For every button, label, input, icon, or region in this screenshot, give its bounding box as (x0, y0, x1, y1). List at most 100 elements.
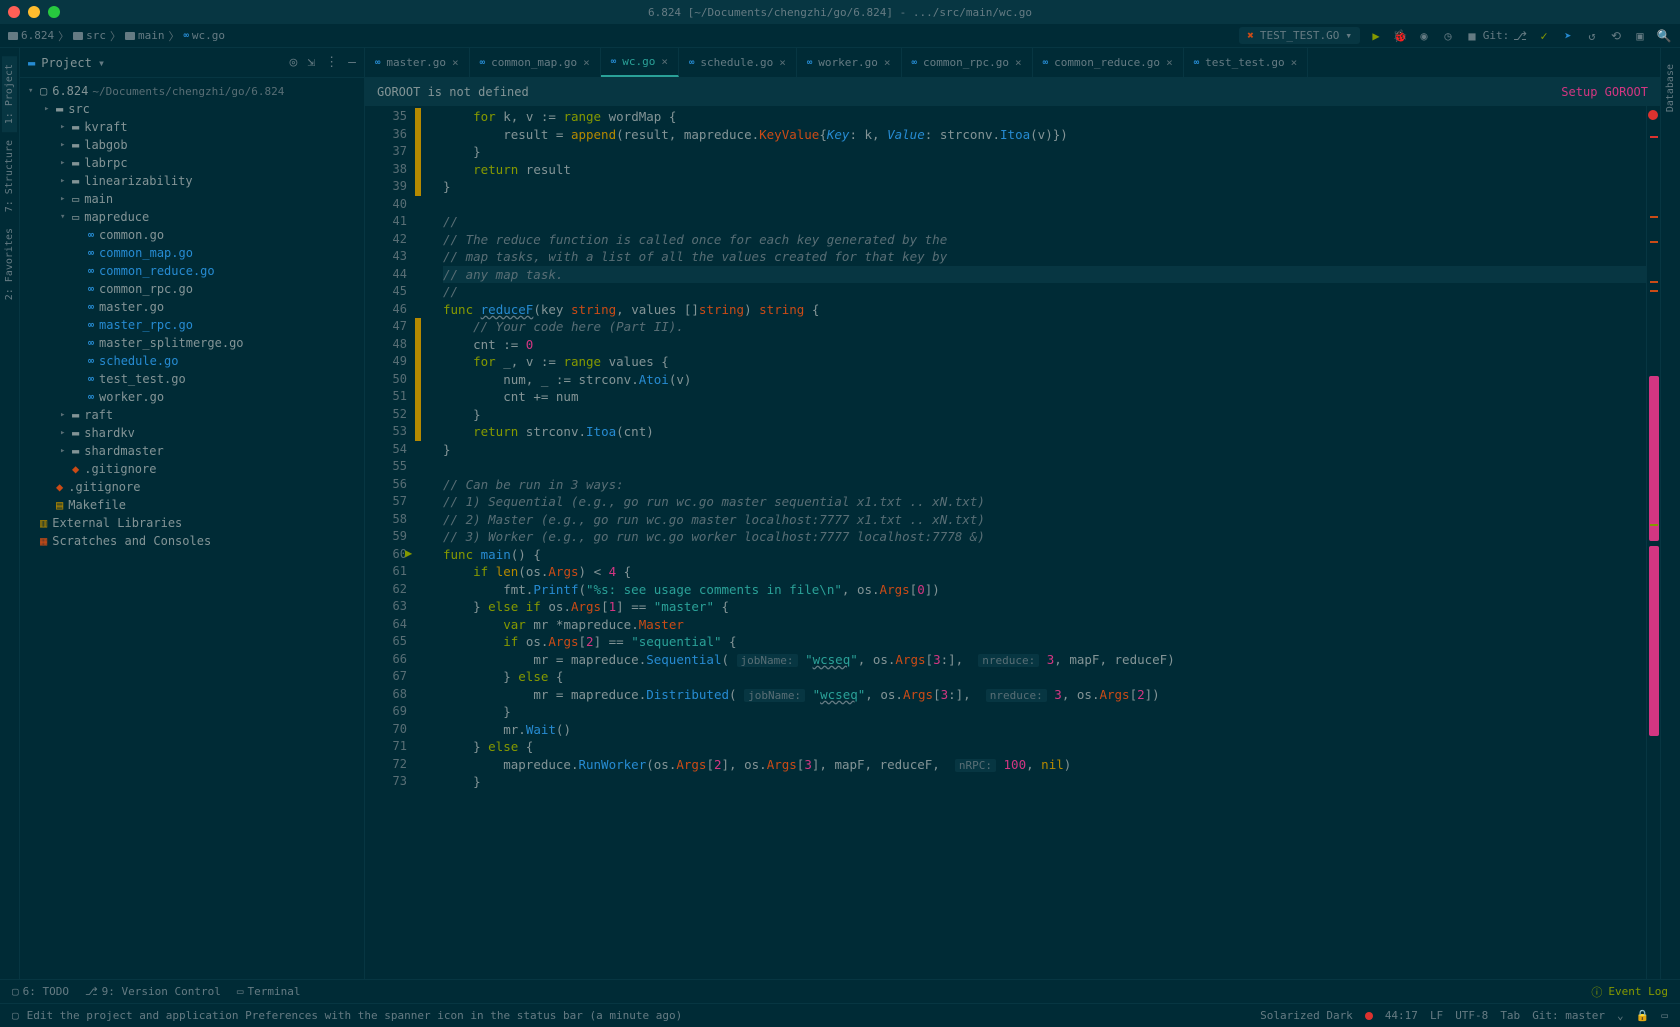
error-indicator-icon[interactable] (1648, 110, 1658, 120)
git-branch-status[interactable]: Git: master (1532, 1009, 1605, 1022)
editor-tab[interactable]: ∞common_rpc.go× (902, 48, 1033, 77)
tree-item[interactable]: ∞common_map.go (20, 244, 364, 262)
close-tab-icon[interactable]: × (583, 56, 590, 69)
stop-button[interactable]: ■ (1464, 28, 1480, 44)
scrollbar-thumb[interactable] (1649, 546, 1659, 736)
tree-item[interactable]: ∞worker.go (20, 388, 364, 406)
tool-tab-favorites[interactable]: 2: Favorites (2, 220, 17, 308)
chevron-icon[interactable]: ⌄ (1617, 1009, 1624, 1022)
tree-item[interactable]: ▸▬labgob (20, 136, 364, 154)
code-line[interactable]: num, _ := strconv.Atoi(v) (443, 371, 1646, 389)
code-line[interactable]: } (443, 773, 1646, 791)
bottom-tab-terminal[interactable]: ▭Terminal (237, 985, 301, 998)
code-line[interactable]: } else if os.Args[1] == "master" { (443, 598, 1646, 616)
code-line[interactable]: // any map task. (443, 266, 1646, 284)
code-line[interactable] (443, 458, 1646, 476)
warning-mark[interactable] (1650, 281, 1658, 283)
warning-mark[interactable] (1650, 216, 1658, 218)
code-line[interactable]: cnt := 0 (443, 336, 1646, 354)
code-line[interactable]: } (443, 703, 1646, 721)
editor-tab[interactable]: ∞common_map.go× (470, 48, 601, 77)
debug-button[interactable]: 🐞 (1392, 28, 1408, 44)
code-line[interactable]: for _, v := range values { (443, 353, 1646, 371)
tree-item[interactable]: ◆.gitignore (20, 478, 364, 496)
code-line[interactable]: mr = mapreduce.Sequential( jobName: "wcs… (443, 651, 1646, 669)
tree-item[interactable]: ∞master_rpc.go (20, 316, 364, 334)
code-line[interactable]: var mr *mapreduce.Master (443, 616, 1646, 634)
code-line[interactable]: } (443, 143, 1646, 161)
notification-action-link[interactable]: Setup GOROOT (1561, 85, 1648, 99)
warning-mark[interactable] (1650, 290, 1658, 292)
collapse-icon[interactable]: ⇲ (307, 55, 315, 70)
run-coverage-button[interactable]: ◉ (1416, 28, 1432, 44)
memory-indicator-icon[interactable]: ▭ (1661, 1009, 1668, 1022)
code-line[interactable] (443, 196, 1646, 214)
tree-item[interactable]: ◆.gitignore (20, 460, 364, 478)
code-line[interactable]: // (443, 213, 1646, 231)
code-line[interactable]: // map tasks, with a list of all the val… (443, 248, 1646, 266)
lock-icon[interactable]: 🔒 (1636, 1009, 1650, 1022)
breadcrumb-item[interactable]: main (125, 29, 165, 42)
tree-item[interactable]: ▸▬linearizability (20, 172, 364, 190)
error-indicator-icon[interactable] (1365, 1012, 1373, 1020)
tree-item[interactable]: ∞common_reduce.go (20, 262, 364, 280)
file-encoding[interactable]: UTF-8 (1455, 1009, 1488, 1022)
tree-item[interactable]: ∞schedule.go (20, 352, 364, 370)
editor-tab[interactable]: ∞test_test.go× (1184, 48, 1309, 77)
tree-item[interactable]: ▸▬raft (20, 406, 364, 424)
error-stripe[interactable] (1646, 106, 1660, 979)
line-separator[interactable]: LF (1430, 1009, 1443, 1022)
code-line[interactable]: } (443, 178, 1646, 196)
tool-tab-structure[interactable]: 7: Structure (2, 132, 17, 220)
code-line[interactable]: } else { (443, 738, 1646, 756)
code-line[interactable]: func reduceF(key string, values []string… (443, 301, 1646, 319)
settings-icon[interactable]: ⋮ (325, 55, 338, 70)
close-tab-icon[interactable]: × (779, 56, 786, 69)
code-line[interactable]: // Your code here (Part II). (443, 318, 1646, 336)
close-tab-icon[interactable]: × (884, 56, 891, 69)
editor-tab[interactable]: ∞master.go× (365, 48, 470, 77)
close-window-button[interactable] (8, 6, 20, 18)
scrollbar-thumb[interactable] (1649, 376, 1659, 541)
code-line[interactable]: fmt.Printf("%s: see usage comments in fi… (443, 581, 1646, 599)
tool-tab-project[interactable]: 1: Project (2, 56, 17, 132)
git-push-button[interactable]: ➤ (1560, 28, 1576, 44)
tree-item[interactable]: ▸▬kvraft (20, 118, 364, 136)
git-history-button[interactable]: ↺ (1584, 28, 1600, 44)
warning-mark[interactable] (1650, 241, 1658, 243)
code-line[interactable]: // (443, 283, 1646, 301)
change-mark[interactable] (1650, 524, 1658, 526)
code-line[interactable]: if os.Args[2] == "sequential" { (443, 633, 1646, 651)
code-line[interactable]: // 2) Master (e.g., go run wc.go master … (443, 511, 1646, 529)
theme-selector[interactable]: Solarized Dark (1260, 1009, 1353, 1022)
code-line[interactable]: func main() { (443, 546, 1646, 564)
error-mark[interactable] (1650, 136, 1658, 138)
close-tab-icon[interactable]: × (1166, 56, 1173, 69)
code-line[interactable]: } (443, 406, 1646, 424)
tool-windows-icon[interactable]: ▢ (12, 1009, 19, 1022)
tool-tab-database[interactable]: Database (1663, 56, 1678, 120)
close-tab-icon[interactable]: × (452, 56, 459, 69)
editor-tab[interactable]: ∞worker.go× (797, 48, 902, 77)
close-tab-icon[interactable]: × (1291, 56, 1298, 69)
code-line[interactable]: // 3) Worker (e.g., go run wc.go worker … (443, 528, 1646, 546)
git-branch-button[interactable]: ⎇ (1512, 28, 1528, 44)
tree-item[interactable]: ∞common_rpc.go (20, 280, 364, 298)
run-gutter-icon[interactable]: ▶ (405, 546, 412, 560)
breadcrumb-item[interactable]: ∞wc.go (184, 29, 226, 42)
tree-item[interactable]: ▥External Libraries (20, 514, 364, 532)
code-line[interactable]: // 1) Sequential (e.g., go run wc.go mas… (443, 493, 1646, 511)
close-tab-icon[interactable]: × (661, 55, 668, 68)
editor-tab[interactable]: ∞common_reduce.go× (1033, 48, 1184, 77)
code-line[interactable]: for k, v := range wordMap { (443, 108, 1646, 126)
code-editor[interactable]: 3536373839404142434445464748495051525354… (365, 106, 1660, 979)
search-everywhere-button[interactable]: 🔍 (1656, 28, 1672, 44)
editor-tab[interactable]: ∞schedule.go× (679, 48, 797, 77)
run-configuration-selector[interactable]: ✖ TEST_TEST.GO ▾ (1239, 27, 1360, 44)
code-line[interactable]: mapreduce.RunWorker(os.Args[2], os.Args[… (443, 756, 1646, 774)
tree-item[interactable]: ∞master.go (20, 298, 364, 316)
bottom-tab-vcs[interactable]: ⎇9: Version Control (85, 985, 221, 998)
code-line[interactable]: if len(os.Args) < 4 { (443, 563, 1646, 581)
tree-item[interactable]: ▦Scratches and Consoles (20, 532, 364, 550)
chevron-down-icon[interactable]: ▾ (98, 56, 105, 70)
